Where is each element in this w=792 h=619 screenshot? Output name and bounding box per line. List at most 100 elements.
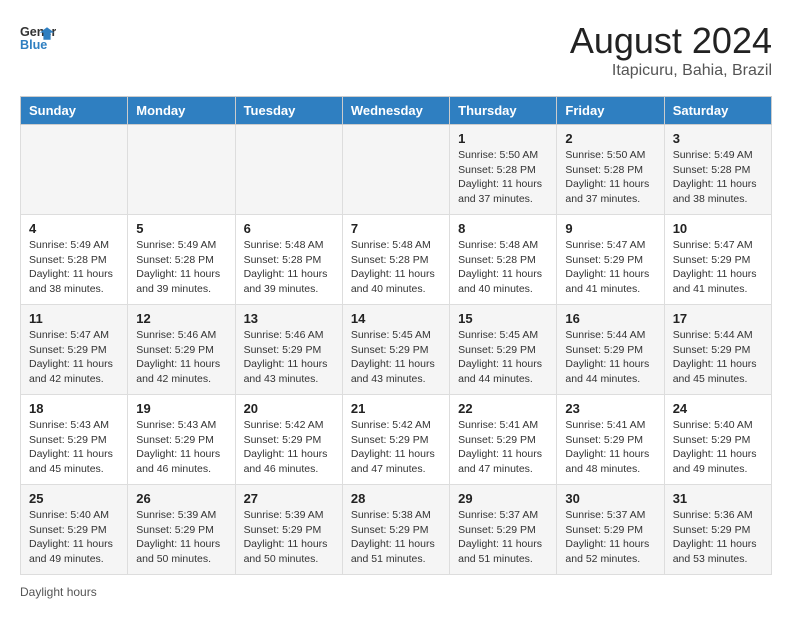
day-cell: 28Sunrise: 5:38 AMSunset: 5:29 PMDayligh… <box>342 485 449 575</box>
day-cell: 2 Sunrise: 5:50 AMSunset: 5:28 PMDaylight… <box>557 125 664 215</box>
day-number: 2 <box>565 131 655 146</box>
day-cell: 7 Sunrise: 5:48 AMSunset: 5:28 PMDaylight… <box>342 215 449 305</box>
day-cell: 22 Sunrise: 5:41 AMSunset: 5:29 PMDayligh… <box>450 395 557 485</box>
day-info: Sunrise: 5:45 AMSunset: 5:29 PMDaylight:… <box>351 328 441 387</box>
day-info: Sunrise: 5:40 AMSunset: 5:29 PMDaylight:… <box>29 508 119 567</box>
day-info: Sunrise: 5:44 AMSunset: 5:29 PMDaylight:… <box>565 328 655 387</box>
day-number: 26 <box>136 491 226 506</box>
day-cell: 19Sunrise: 5:43 AMSunset: 5:29 PMDayligh… <box>128 395 235 485</box>
day-number: 28 <box>351 491 441 506</box>
day-cell <box>342 125 449 215</box>
day-info: Sunrise: 5:49 AMSunset: 5:28 PMDaylight:… <box>136 238 226 297</box>
day-info: Sunrise: 5:46 AMSunset: 5:29 PMDaylight:… <box>244 328 334 387</box>
day-info: Sunrise: 5:48 AMSunset: 5:28 PMDaylight:… <box>458 238 548 297</box>
col-header-monday: Monday <box>128 97 235 125</box>
logo-icon: General Blue <box>20 20 56 56</box>
day-number: 6 <box>244 221 334 236</box>
day-info: Sunrise: 5:48 AMSunset: 5:28 PMDaylight:… <box>351 238 441 297</box>
day-info: Sunrise: 5:41 AMSunset: 5:29 PMDaylight:… <box>458 418 548 477</box>
day-cell: 24 Sunrise: 5:40 AMSunset: 5:29 PMDayligh… <box>664 395 771 485</box>
day-number: 16 <box>565 311 655 326</box>
day-cell: 10Sunrise: 5:47 AMSunset: 5:29 PMDayligh… <box>664 215 771 305</box>
day-number: 29 <box>458 491 548 506</box>
day-cell: 23 Sunrise: 5:41 AMSunset: 5:29 PMDayligh… <box>557 395 664 485</box>
day-cell: 20 Sunrise: 5:42 AMSunset: 5:29 PMDayligh… <box>235 395 342 485</box>
day-cell: 1 Sunrise: 5:50 AMSunset: 5:28 PMDaylight… <box>450 125 557 215</box>
day-info: Sunrise: 5:50 AMSunset: 5:28 PMDaylight:… <box>565 148 655 207</box>
day-number: 7 <box>351 221 441 236</box>
day-number: 8 <box>458 221 548 236</box>
day-number: 24 <box>673 401 763 416</box>
day-number: 13 <box>244 311 334 326</box>
location-title: Itapicuru, Bahia, Brazil <box>570 62 772 80</box>
day-info: Sunrise: 5:37 AMSunset: 5:29 PMDaylight:… <box>458 508 548 567</box>
day-cell: 9Sunrise: 5:47 AMSunset: 5:29 PMDaylight… <box>557 215 664 305</box>
day-info: Sunrise: 5:48 AMSunset: 5:28 PMDaylight:… <box>244 238 334 297</box>
day-cell: 13 Sunrise: 5:46 AMSunset: 5:29 PMDayligh… <box>235 305 342 395</box>
day-number: 15 <box>458 311 548 326</box>
footer-note: Daylight hours <box>20 585 772 599</box>
day-info: Sunrise: 5:39 AMSunset: 5:29 PMDaylight:… <box>244 508 334 567</box>
day-cell: 15 Sunrise: 5:45 AMSunset: 5:29 PMDayligh… <box>450 305 557 395</box>
col-header-tuesday: Tuesday <box>235 97 342 125</box>
day-cell: 11Sunrise: 5:47 AMSunset: 5:29 PMDayligh… <box>21 305 128 395</box>
day-info: Sunrise: 5:41 AMSunset: 5:29 PMDaylight:… <box>565 418 655 477</box>
week-row-1: 1 Sunrise: 5:50 AMSunset: 5:28 PMDaylight… <box>21 125 772 215</box>
day-number: 10 <box>673 221 763 236</box>
day-info: Sunrise: 5:36 AMSunset: 5:29 PMDaylight:… <box>673 508 763 567</box>
day-cell: 26Sunrise: 5:39 AMSunset: 5:29 PMDayligh… <box>128 485 235 575</box>
day-number: 1 <box>458 131 548 146</box>
page-header: General Blue August 2024 Itapicuru, Bahi… <box>20 20 772 80</box>
month-title: August 2024 <box>570 20 772 62</box>
calendar-table: SundayMondayTuesdayWednesdayThursdayFrid… <box>20 96 772 575</box>
day-info: Sunrise: 5:40 AMSunset: 5:29 PMDaylight:… <box>673 418 763 477</box>
day-cell: 3Sunrise: 5:49 AMSunset: 5:28 PMDaylight… <box>664 125 771 215</box>
day-number: 23 <box>565 401 655 416</box>
day-cell: 29 Sunrise: 5:37 AMSunset: 5:29 PMDayligh… <box>450 485 557 575</box>
day-number: 27 <box>244 491 334 506</box>
col-header-wednesday: Wednesday <box>342 97 449 125</box>
day-number: 5 <box>136 221 226 236</box>
day-number: 18 <box>29 401 119 416</box>
day-info: Sunrise: 5:42 AMSunset: 5:29 PMDaylight:… <box>244 418 334 477</box>
day-info: Sunrise: 5:46 AMSunset: 5:29 PMDaylight:… <box>136 328 226 387</box>
day-number: 4 <box>29 221 119 236</box>
day-cell: 30 Sunrise: 5:37 AMSunset: 5:29 PMDayligh… <box>557 485 664 575</box>
day-cell: 31 Sunrise: 5:36 AMSunset: 5:29 PMDayligh… <box>664 485 771 575</box>
day-number: 30 <box>565 491 655 506</box>
day-cell: 27 Sunrise: 5:39 AMSunset: 5:29 PMDayligh… <box>235 485 342 575</box>
col-header-saturday: Saturday <box>664 97 771 125</box>
day-cell: 18Sunrise: 5:43 AMSunset: 5:29 PMDayligh… <box>21 395 128 485</box>
day-number: 19 <box>136 401 226 416</box>
week-row-3: 11Sunrise: 5:47 AMSunset: 5:29 PMDayligh… <box>21 305 772 395</box>
day-cell <box>128 125 235 215</box>
day-cell: 17 Sunrise: 5:44 AMSunset: 5:29 PMDayligh… <box>664 305 771 395</box>
col-header-friday: Friday <box>557 97 664 125</box>
day-info: Sunrise: 5:45 AMSunset: 5:29 PMDaylight:… <box>458 328 548 387</box>
day-cell: 5 Sunrise: 5:49 AMSunset: 5:28 PMDaylight… <box>128 215 235 305</box>
week-row-2: 4 Sunrise: 5:49 AMSunset: 5:28 PMDaylight… <box>21 215 772 305</box>
week-row-5: 25 Sunrise: 5:40 AMSunset: 5:29 PMDayligh… <box>21 485 772 575</box>
day-number: 20 <box>244 401 334 416</box>
title-area: August 2024 Itapicuru, Bahia, Brazil <box>570 20 772 80</box>
day-number: 21 <box>351 401 441 416</box>
day-cell: 12 Sunrise: 5:46 AMSunset: 5:29 PMDayligh… <box>128 305 235 395</box>
day-info: Sunrise: 5:50 AMSunset: 5:28 PMDaylight:… <box>458 148 548 207</box>
day-info: Sunrise: 5:37 AMSunset: 5:29 PMDaylight:… <box>565 508 655 567</box>
day-cell <box>235 125 342 215</box>
col-header-sunday: Sunday <box>21 97 128 125</box>
day-number: 31 <box>673 491 763 506</box>
day-cell <box>21 125 128 215</box>
day-number: 12 <box>136 311 226 326</box>
day-cell: 4 Sunrise: 5:49 AMSunset: 5:28 PMDaylight… <box>21 215 128 305</box>
day-number: 17 <box>673 311 763 326</box>
svg-text:Blue: Blue <box>20 38 47 52</box>
day-number: 22 <box>458 401 548 416</box>
day-info: Sunrise: 5:44 AMSunset: 5:29 PMDaylight:… <box>673 328 763 387</box>
calendar-header-row: SundayMondayTuesdayWednesdayThursdayFrid… <box>21 97 772 125</box>
week-row-4: 18Sunrise: 5:43 AMSunset: 5:29 PMDayligh… <box>21 395 772 485</box>
day-number: 25 <box>29 491 119 506</box>
day-number: 3 <box>673 131 763 146</box>
day-info: Sunrise: 5:49 AMSunset: 5:28 PMDaylight:… <box>29 238 119 297</box>
day-cell: 14Sunrise: 5:45 AMSunset: 5:29 PMDayligh… <box>342 305 449 395</box>
